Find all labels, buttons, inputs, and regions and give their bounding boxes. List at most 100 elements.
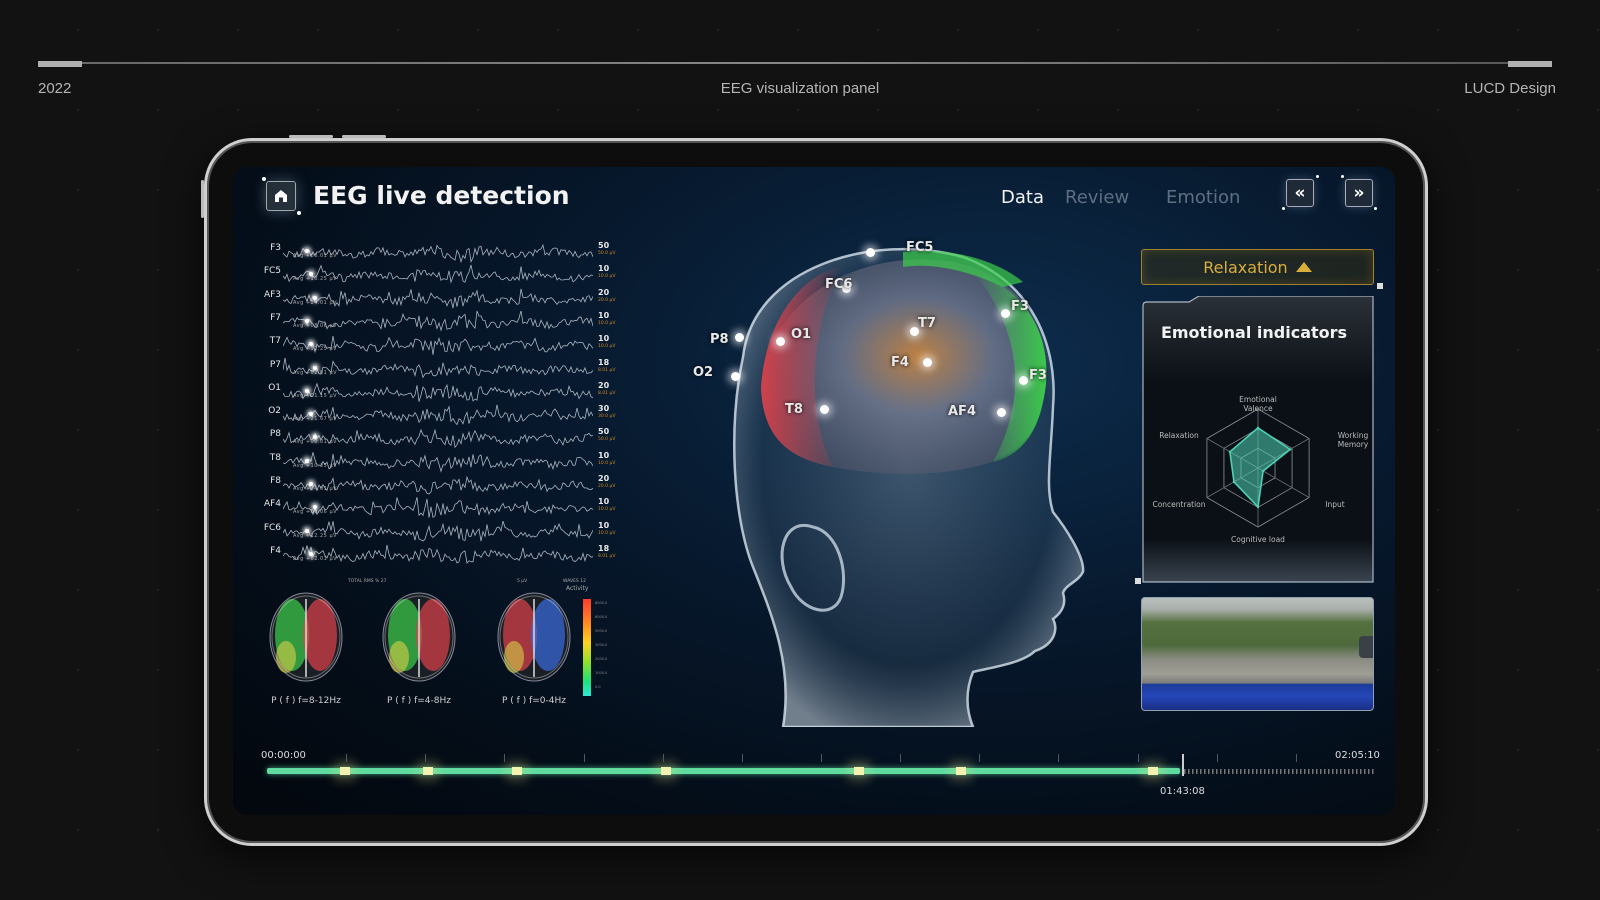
radar-point [1256, 505, 1260, 509]
radar-axis-label: Cognitive load [1231, 535, 1285, 544]
eeg-channel-row: F3 Avg +00.01 μV 50 50.0 μV [253, 241, 623, 264]
eeg-channel-row: T7 Avg +12.25 μV 10 10.0 μV [253, 334, 623, 357]
timeline-track[interactable] [267, 754, 1375, 776]
channel-scale: 10 [598, 450, 610, 460]
channel-average: Avg +08.06 μV [293, 509, 338, 516]
cursor-glow [305, 249, 309, 253]
radar-axis-label: Emotional Valence [1239, 395, 1277, 413]
channel-scale: 50 [598, 427, 610, 437]
channel-name: O2 [268, 406, 281, 417]
channel-unit: 50.0 μV [598, 437, 616, 443]
channel-name: T8 [269, 452, 281, 463]
tab-review[interactable]: Review [1065, 187, 1129, 208]
previous-button[interactable]: « [1286, 179, 1314, 207]
radar-point [1228, 450, 1232, 453]
triangle-up-icon [1295, 262, 1312, 272]
eeg-channel-row: P7 Avg +02.01 μV 18 8.01 μV [253, 357, 623, 381]
channel-name: F7 [270, 312, 281, 323]
channel-scale: 10 [598, 310, 610, 320]
electrode-marker[interactable] [923, 358, 932, 367]
electrode-label: T8 [785, 402, 803, 417]
electrode-marker[interactable] [866, 248, 875, 257]
channel-name: FC6 [263, 522, 281, 533]
electrode-marker[interactable] [731, 372, 740, 381]
cursor-glow [313, 295, 317, 300]
channel-average: Avg +10.25 μV [293, 276, 338, 283]
electrode-marker[interactable] [735, 333, 744, 342]
timeline-tick [425, 754, 427, 762]
channel-average: Avg +00.01 μV [293, 253, 338, 259]
electrode-label: F3 [1011, 299, 1029, 314]
channel-unit: 50.0 μV [598, 251, 616, 256]
cursor-glow [309, 551, 313, 556]
channel-name: T7 [269, 336, 281, 347]
channel-scale: 18 [598, 543, 610, 553]
timeline-event-marker[interactable] [955, 767, 966, 775]
electrode-marker[interactable] [820, 405, 829, 414]
eeg-footer-rms: TOTAL RMS % 27 [348, 579, 387, 584]
timeline-progress [267, 768, 1180, 774]
channel-average: Avg +24.01 μV [293, 299, 338, 306]
eeg-channel-row: AF4 Avg +08.06 μV 10 10.0 μV [253, 497, 623, 520]
channel-unit: 8.01 μV [598, 390, 616, 396]
double-chevron-left-icon: « [1294, 183, 1306, 203]
timeline-event-marker[interactable] [853, 767, 864, 775]
tab-emotion[interactable]: Emotion [1166, 187, 1240, 208]
timeline-event-marker[interactable] [512, 767, 523, 775]
colorbar-tick: 0.0 [595, 685, 601, 689]
colorbar-tick: 6000.0 [595, 615, 608, 619]
channel-scale: 10 [598, 264, 610, 274]
cursor-glow [305, 458, 309, 463]
radar-axis-label: Relaxation [1159, 431, 1199, 440]
channel-average: Avg +01.15 μV [293, 392, 338, 399]
eeg-footer-waves: WAVES 12 [563, 579, 586, 584]
timeline-start: 00:00:00 [261, 750, 306, 761]
eeg-footer-scale: 5 μV [517, 579, 528, 584]
channel-average: Avg +24.01 μV [293, 486, 338, 492]
electrode-label: AF4 [948, 404, 976, 419]
relaxation-state-button[interactable]: Relaxation [1141, 249, 1374, 285]
timeline-tick [1295, 754, 1297, 762]
corner-dot [297, 211, 301, 215]
radar-axis-label: Input [1325, 500, 1345, 509]
eeg-waveform-panel: TOTAL RMS % 27 5 μV WAVES 12 F3 Avg +00.… [253, 241, 623, 584]
timeline-tick [1058, 754, 1060, 762]
timeline-playhead[interactable] [1181, 754, 1184, 776]
topomap [379, 587, 459, 683]
electrode-label: FC5 [906, 240, 934, 255]
channel-unit: 8.01 μV [598, 367, 616, 373]
eeg-channel-row: AF3 Avg +24.01 μV 20 20.0 μV [253, 288, 623, 311]
radar-point [1256, 426, 1260, 430]
channel-unit: 8.01 μV [598, 553, 616, 559]
eeg-channel-row: T8 Avg +10.25 μV 10 10.0 μV [253, 451, 623, 474]
electrode-marker[interactable] [997, 408, 1006, 417]
eeg-channel-row: F8 Avg +24.01 μV 20 20.0 μV [253, 474, 623, 497]
electrode-marker[interactable] [776, 337, 785, 346]
electrode-marker[interactable] [1001, 309, 1010, 318]
channel-scale: 50 [598, 241, 610, 250]
tab-data[interactable]: Data [1001, 187, 1044, 208]
timeline-event-marker[interactable] [422, 767, 433, 775]
channel-scale: 30 [598, 404, 610, 414]
timeline-event-marker[interactable] [660, 767, 671, 775]
channel-name: AF3 [263, 289, 281, 300]
colorbar-tick: 3000.0 [595, 643, 608, 647]
channel-average: Avg +08.06 μV [293, 322, 338, 329]
electrode-marker[interactable] [1019, 376, 1028, 385]
next-button[interactable]: » [1345, 179, 1373, 207]
channel-average: Avg +21.67 μV [293, 416, 338, 423]
timeline-event-marker[interactable] [1148, 767, 1159, 775]
topomap [266, 587, 346, 683]
channel-unit: 10.0 μV [598, 507, 616, 513]
radar-point [1232, 480, 1236, 484]
electrode-label: F4 [891, 355, 909, 370]
home-button[interactable] [266, 181, 296, 211]
channel-name: FC5 [263, 266, 281, 277]
channel-scale: 10 [598, 497, 610, 507]
topomap-label: P ( f ) f=8-12Hz [271, 696, 341, 706]
timeline-tick [741, 754, 743, 762]
driving-video-feed[interactable] [1141, 597, 1374, 711]
cursor-glow [313, 365, 317, 370]
timeline-event-marker[interactable] [339, 767, 350, 775]
double-chevron-right-icon: » [1353, 183, 1365, 203]
